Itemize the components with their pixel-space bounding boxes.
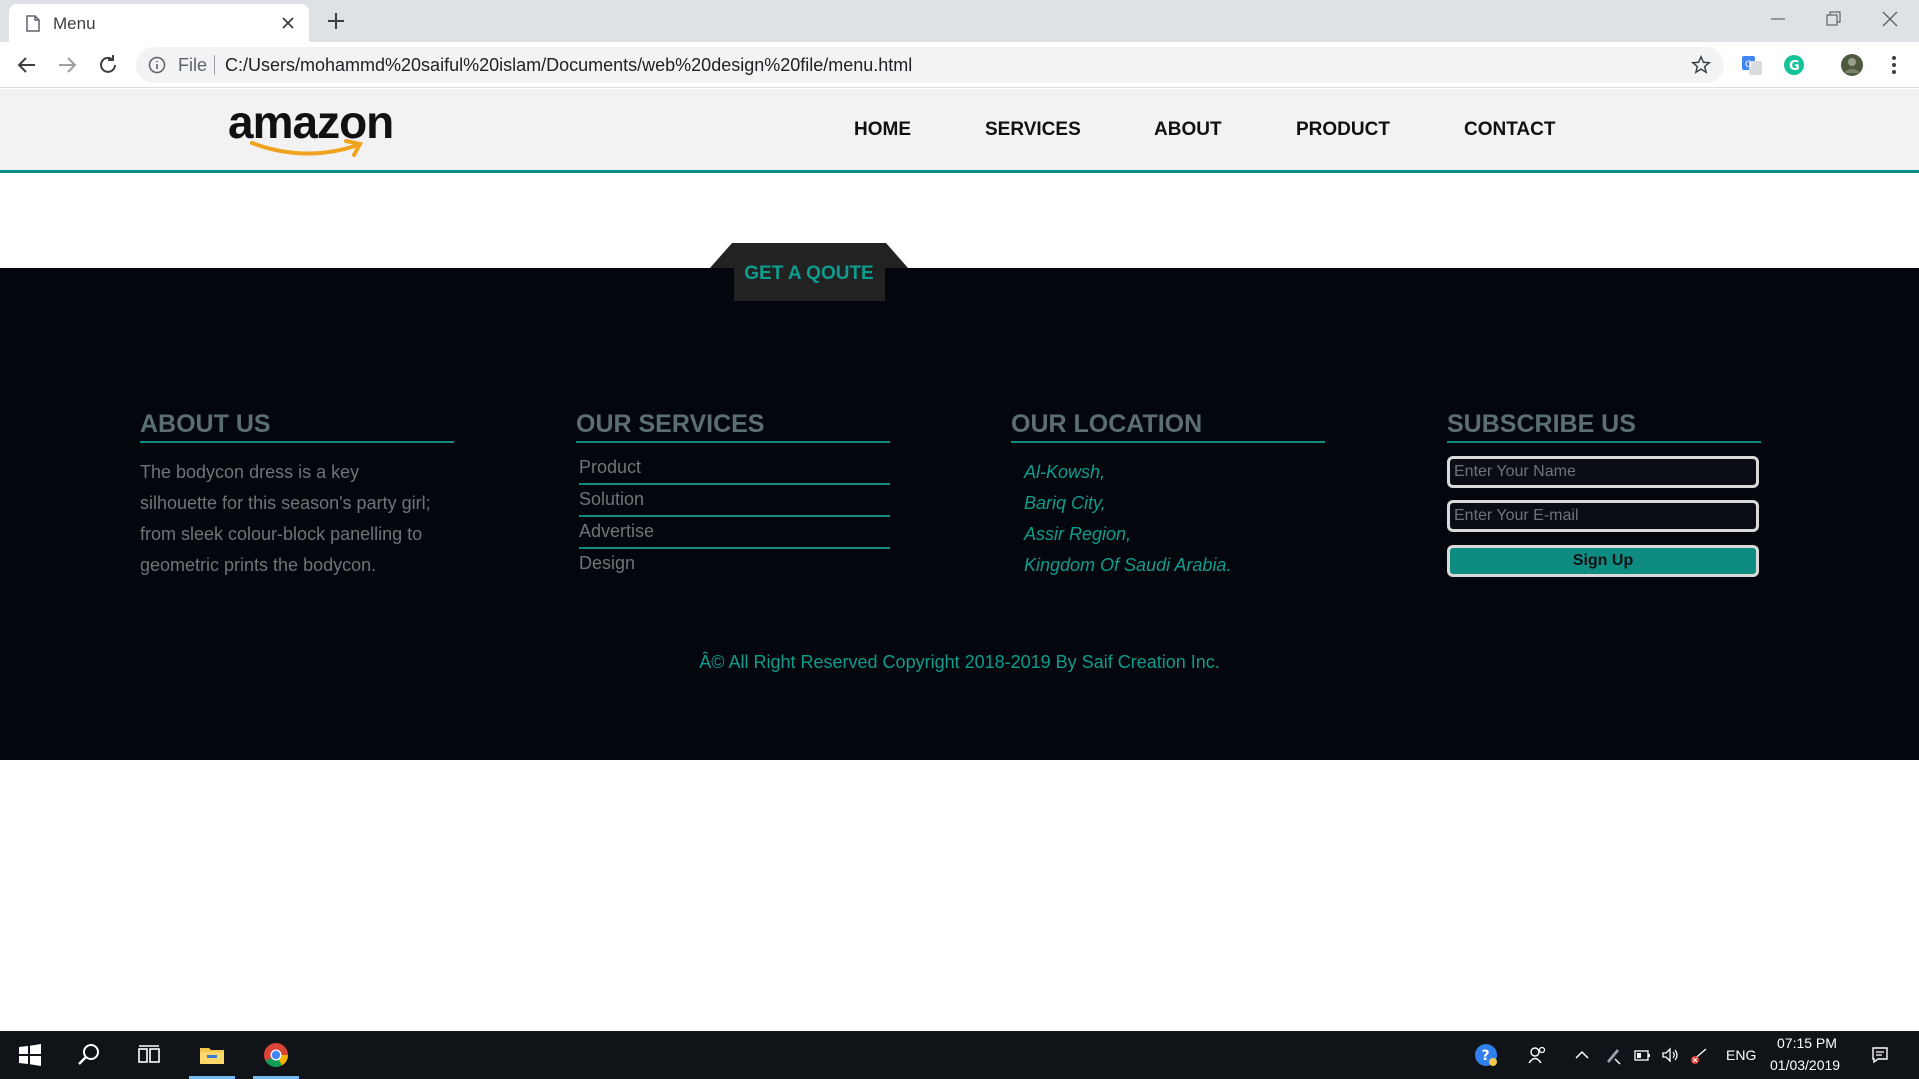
address-line: Assir Region, <box>1024 524 1132 544</box>
chevron-up-icon[interactable] <box>1572 1045 1592 1065</box>
people-icon[interactable] <box>1527 1045 1547 1065</box>
nav-home[interactable]: HOME <box>854 119 911 141</box>
file-explorer-icon[interactable] <box>198 1041 226 1069</box>
about-section: ABOUT US The bodycon dress is a key silh… <box>140 410 454 581</box>
browser-tab[interactable]: Menu <box>9 4 309 42</box>
grammarly-icon[interactable]: G <box>1782 53 1806 77</box>
address-line: Kingdom Of Saudi Arabia. <box>1024 555 1232 575</box>
nav-about[interactable]: ABOUT <box>1154 119 1222 141</box>
windows-start-icon[interactable] <box>16 1041 44 1069</box>
volume-icon[interactable] <box>1660 1045 1680 1065</box>
browser-tabstrip: Menu <box>0 0 1919 42</box>
email-input[interactable] <box>1447 500 1759 532</box>
help-icon[interactable]: ? <box>1474 1043 1498 1067</box>
sign-up-button[interactable]: Sign Up <box>1447 545 1759 577</box>
location-section: OUR LOCATION Al-Kowsh, Bariq City, Assir… <box>1011 410 1325 581</box>
svg-text:G: G <box>1789 59 1800 74</box>
notifications-icon[interactable] <box>1870 1045 1890 1065</box>
tab-title: Menu <box>53 14 96 33</box>
pen-tray-icon[interactable] <box>1603 1045 1623 1065</box>
document-icon <box>26 15 40 32</box>
network-icon[interactable] <box>1690 1045 1710 1065</box>
translate-extension-icon[interactable]: G <box>1740 53 1764 77</box>
about-line: silhouette for this season's party girl; <box>140 493 431 513</box>
location-heading: OUR LOCATION <box>1011 410 1325 443</box>
services-section: OUR SERVICES Product Solution Advertise … <box>576 410 890 581</box>
menu-kebab-icon[interactable] <box>1882 53 1906 77</box>
info-icon[interactable] <box>148 56 166 74</box>
service-link-advertise[interactable]: Advertise <box>579 517 890 549</box>
get-quote-button[interactable]: GET A QOUTE <box>710 243 908 301</box>
address-separator <box>214 55 215 75</box>
service-link-solution[interactable]: Solution <box>579 485 890 517</box>
profile-avatar-icon[interactable] <box>1840 53 1864 77</box>
address-line: Al-Kowsh, <box>1024 462 1106 482</box>
chrome-icon[interactable] <box>262 1041 290 1069</box>
clock-time[interactable]: 07:15 PM <box>1777 1035 1837 1051</box>
clock-date[interactable]: 01/03/2019 <box>1770 1057 1840 1073</box>
browser-toolbar: File C:/Users/mohammd%20saiful%20islam/D… <box>0 42 1919 88</box>
subscribe-heading: SUBSCRIBE US <box>1447 410 1761 443</box>
address-line: Bariq City, <box>1024 493 1106 513</box>
services-heading: OUR SERVICES <box>576 410 890 443</box>
amazon-logo[interactable]: amazon <box>228 96 398 159</box>
bookmark-star-icon[interactable] <box>1690 54 1712 76</box>
nav-services[interactable]: SERVICES <box>985 119 1081 141</box>
smile-arrow-icon <box>250 139 364 157</box>
forward-icon[interactable] <box>55 53 79 77</box>
site-header: amazon HOME SERVICES ABOUT PRODUCT CONTA… <box>0 89 1919 173</box>
url-text[interactable]: C:/Users/mohammd%20saiful%20islam/Docume… <box>225 55 912 76</box>
about-heading: ABOUT US <box>140 410 454 443</box>
copyright-text: Â© All Right Reserved Copyright 2018-201… <box>699 652 1220 672</box>
about-text: The bodycon dress is a key silhouette fo… <box>140 457 454 581</box>
services-list: Product Solution Advertise Design <box>576 453 890 581</box>
reload-icon[interactable] <box>96 53 120 77</box>
service-link-product[interactable]: Product <box>579 453 890 485</box>
battery-icon <box>1634 1050 1650 1061</box>
address-prefix: File <box>178 55 208 75</box>
new-tab-icon[interactable] <box>325 10 347 32</box>
quote-label: GET A QOUTE <box>744 263 874 284</box>
subscribe-section: SUBSCRIBE US Sign Up <box>1447 410 1761 577</box>
name-input[interactable] <box>1447 456 1759 488</box>
nav-contact[interactable]: CONTACT <box>1464 119 1555 141</box>
about-line: geometric prints the bodycon. <box>140 555 377 575</box>
windows-taskbar: ? ENG 07:15 PM 01/03/2019 <box>0 1031 1919 1079</box>
task-view-icon[interactable] <box>135 1041 163 1069</box>
svg-text:G: G <box>1745 60 1752 70</box>
back-icon[interactable] <box>15 53 39 77</box>
address-bar[interactable]: File C:/Users/mohammd%20saiful%20islam/D… <box>136 47 1724 83</box>
close-tab-icon[interactable] <box>280 15 296 31</box>
nav-product[interactable]: PRODUCT <box>1296 119 1390 141</box>
restore-icon[interactable] <box>1822 8 1844 30</box>
about-line: The bodycon dress is a key <box>140 462 360 482</box>
search-icon[interactable] <box>75 1041 103 1069</box>
minimize-icon[interactable] <box>1767 8 1789 30</box>
service-link-design[interactable]: Design <box>579 549 890 581</box>
language-indicator[interactable]: ENG <box>1726 1047 1756 1063</box>
about-line: from sleek colour-block panelling to <box>140 524 423 544</box>
close-window-icon[interactable] <box>1879 8 1901 30</box>
svg-text:?: ? <box>1482 1048 1490 1064</box>
location-address: Al-Kowsh, Bariq City, Assir Region, King… <box>1011 457 1325 581</box>
site-footer: ABOUT US The bodycon dress is a key silh… <box>0 268 1919 760</box>
